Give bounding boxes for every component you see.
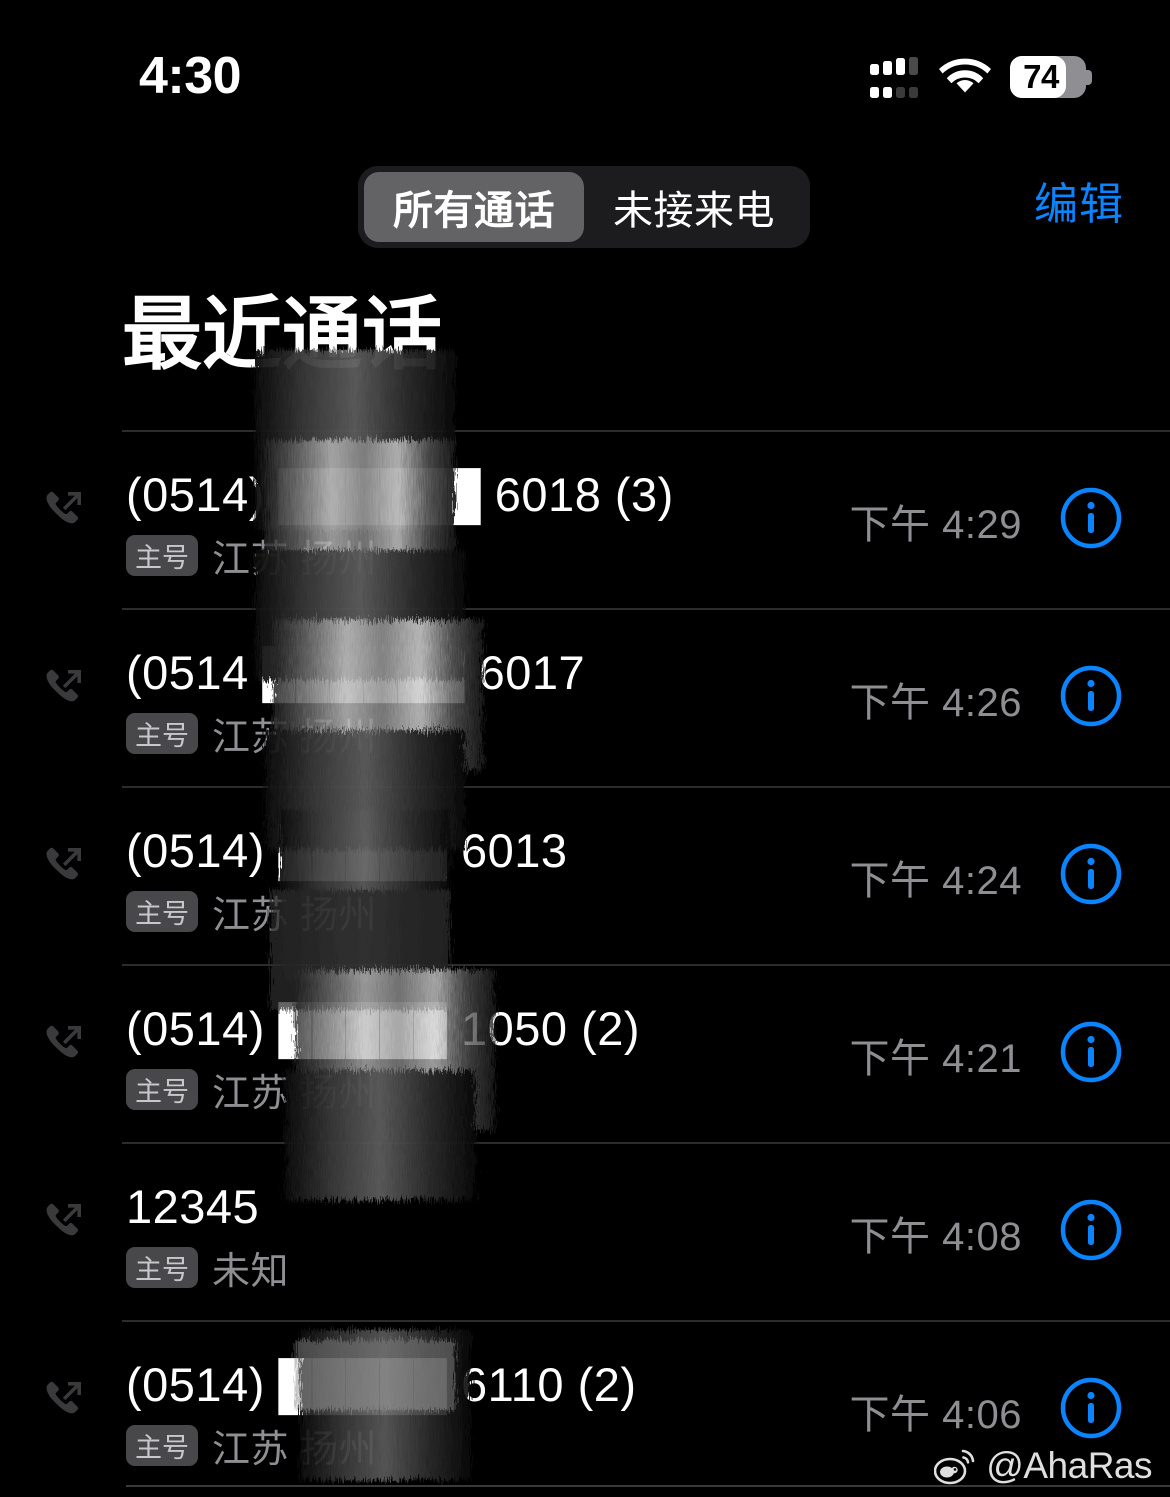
wifi-icon: [939, 58, 991, 93]
row-separator: [122, 1142, 1170, 1144]
call-subtitle: 主号 江苏 扬州: [126, 1066, 640, 1115]
info-circle-icon[interactable]: [1060, 665, 1122, 727]
call-subtitle: 主号 江苏 扬州: [126, 532, 674, 581]
call-location: 江苏 扬州: [212, 538, 378, 581]
call-timestamp: 下午 4:29: [849, 503, 1022, 547]
sim-badge: 主号: [126, 890, 198, 932]
call-details: (0514) ██████ 6018 (3) 主号 江苏 扬州: [126, 466, 674, 581]
info-circle-icon[interactable]: [1060, 1377, 1122, 1439]
call-filter-segmented-control[interactable]: 所有通话 未接来电: [358, 166, 810, 248]
outgoing-call-icon: [46, 1203, 81, 1236]
row-separator: [122, 786, 1170, 788]
call-location: 江苏 扬州: [212, 894, 378, 937]
call-subtitle: 主号 江苏 扬州: [126, 888, 568, 937]
call-location: 未知: [212, 1250, 290, 1293]
call-timestamp: 下午 4:08: [849, 1215, 1022, 1259]
sim-badge: 主号: [126, 1068, 198, 1110]
call-list-item[interactable]: (0514) █████ 1050 (2) 主号 江苏 扬州 下午 4:21: [0, 964, 1170, 1142]
call-number: (0514) ██████ 6018 (3): [126, 468, 674, 521]
call-list-item[interactable]: (0514 ██████ 6017 主号 江苏 扬州 下午 4:26: [0, 608, 1170, 786]
call-number: 12345: [126, 1180, 260, 1233]
call-details: (0514 ██████ 6017 主号 江苏 扬州: [126, 644, 586, 759]
row-separator: [122, 1320, 1170, 1322]
edit-button[interactable]: 编辑: [1034, 174, 1124, 236]
sim-badge: 主号: [126, 534, 198, 576]
segment-missed-calls[interactable]: 未接来电: [584, 172, 804, 242]
row-separator: [122, 964, 1170, 966]
call-subtitle: 主号 未知: [126, 1244, 289, 1293]
weibo-logo-icon: [934, 1449, 975, 1485]
battery-percent-label: 74: [1023, 58, 1059, 95]
call-location: 江苏 扬州: [212, 716, 378, 759]
info-circle-icon[interactable]: [1060, 1199, 1122, 1261]
outgoing-call-icon: [46, 1381, 81, 1414]
call-list-item[interactable]: 12345 主号 未知 下午 4:08: [0, 1142, 1170, 1320]
status-bar: 4:30 74: [0, 0, 1170, 136]
call-number: (0514) █████ 6110 (2): [126, 1358, 637, 1411]
outgoing-call-icon: [46, 669, 81, 702]
outgoing-call-icon: [46, 491, 81, 524]
phone-recents-screen: 4:30 74 所有通话 未接来电 编辑 最近通话 (0514) ██████ …: [0, 0, 1170, 1497]
call-number: (0514) █████ 6013: [126, 824, 568, 877]
info-circle-icon[interactable]: [1060, 1021, 1122, 1083]
row-separator: [122, 608, 1170, 610]
call-number: (0514 ██████ 6017: [126, 646, 586, 699]
outgoing-call-icon: [46, 1025, 81, 1058]
watermark-text: @AhaRas: [986, 1445, 1152, 1486]
row-separator: [122, 430, 1170, 432]
call-subtitle: 主号 江苏 扬州: [126, 1422, 637, 1471]
sim-badge: 主号: [126, 1246, 198, 1288]
watermark: @AhaRas: [934, 1445, 1152, 1487]
call-location: 江苏 扬州: [212, 1072, 378, 1115]
sim-badge: 主号: [126, 712, 198, 754]
info-circle-icon[interactable]: [1060, 843, 1122, 905]
call-timestamp: 下午 4:26: [849, 681, 1022, 725]
status-bar-time: 4:30: [139, 47, 242, 105]
info-circle-icon[interactable]: [1060, 487, 1122, 549]
call-location: 江苏 扬州: [212, 1428, 378, 1471]
call-timestamp: 下午 4:24: [849, 859, 1022, 903]
call-list-item[interactable]: (0514) ██████ 6018 (3) 主号 江苏 扬州 下午 4:29: [0, 430, 1170, 608]
outgoing-call-icon: [46, 847, 81, 880]
sim-badge: 主号: [126, 1424, 198, 1466]
call-details: (0514) █████ 1050 (2) 主号 江苏 扬州: [126, 1000, 641, 1115]
dual-sim-signal-bars-icon: [870, 56, 920, 98]
call-timestamp: 下午 4:06: [849, 1393, 1022, 1437]
call-details: 12345 主号 未知: [126, 1178, 289, 1293]
call-details: (0514) █████ 6110 (2) 主号 江苏 扬州: [126, 1356, 637, 1471]
call-number: (0514) █████ 1050 (2): [126, 1002, 641, 1055]
segment-all-calls[interactable]: 所有通话: [364, 172, 584, 242]
call-timestamp: 下午 4:21: [849, 1037, 1022, 1081]
battery-icon: 74: [1010, 56, 1092, 98]
status-bar-indicators: 74: [870, 52, 1092, 102]
call-details: (0514) █████ 6013 主号 江苏 扬州: [126, 822, 568, 937]
top-bar: 所有通话 未接来电 编辑: [0, 166, 1170, 252]
call-list-item[interactable]: (0514) █████ 6013 主号 江苏 扬州 下午 4:24: [0, 786, 1170, 964]
battery-cap: [1086, 70, 1092, 85]
page-title: 最近通话: [122, 290, 442, 379]
recent-calls-list: (0514) ██████ 6018 (3) 主号 江苏 扬州 下午 4:29: [0, 430, 1170, 1497]
call-subtitle: 主号 江苏 扬州: [126, 710, 585, 759]
